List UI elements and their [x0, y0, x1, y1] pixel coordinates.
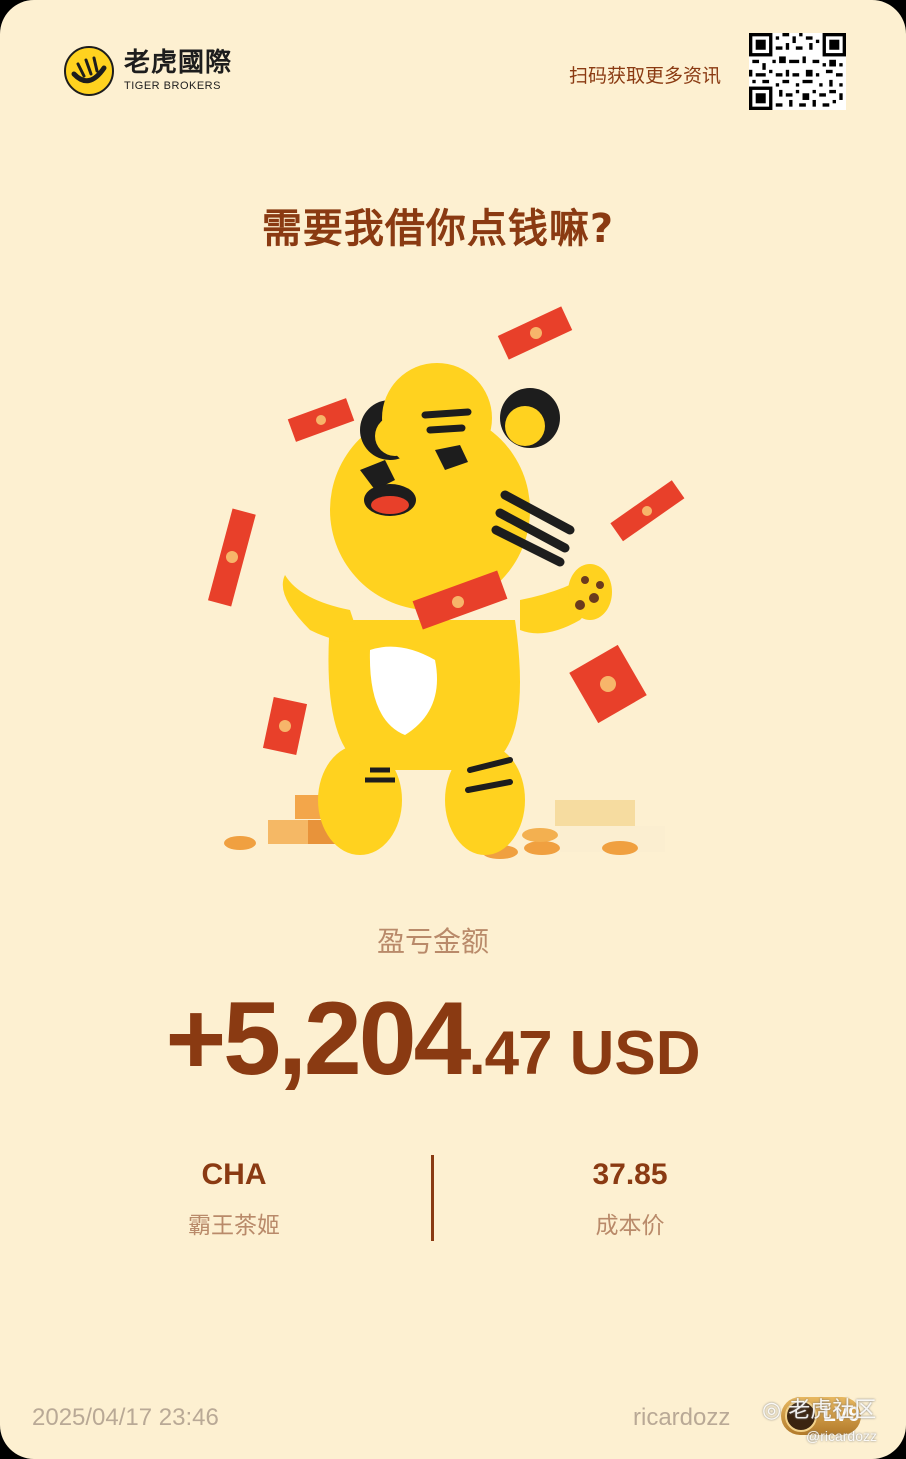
red-envelope-icon [497, 306, 573, 360]
cost-value: 37.85 [592, 1158, 668, 1191]
headline: 需要我借你点钱嘛? [261, 206, 615, 252]
scan-prompt: 扫码获取更多资讯 [568, 65, 721, 87]
stock-symbol: CHA [201, 1158, 267, 1191]
pnl-amount-decimal: .47 [468, 1019, 552, 1088]
tiger-mascot-illustration [207, 306, 685, 859]
pnl-amount-main: +5,204 [165, 981, 471, 1097]
pnl-currency: USD [569, 1019, 701, 1088]
pnl-amount: +5,204.47 USD [0, 980, 866, 1099]
stock-name: 霸王茶姬 [188, 1213, 280, 1239]
pnl-label: 盈亏金额 [376, 925, 489, 958]
tiger-character [282, 363, 612, 855]
brand-logo: 老虎國際 TIGER BROKERS [64, 46, 232, 96]
stock-info: CHA 霸王茶姬 [134, 1158, 334, 1240]
timestamp: 2025/04/17 23:46 [32, 1404, 219, 1431]
red-envelope-icon [207, 508, 256, 607]
watermark: ◎ 老虎社区 [762, 1398, 877, 1423]
red-envelope-icon [262, 697, 308, 755]
red-envelope-icon [610, 480, 685, 542]
watermark-text: 老虎社区 [788, 1398, 877, 1423]
red-envelope-icon [569, 644, 647, 724]
username[interactable]: ricardozz [633, 1404, 730, 1432]
gold-bars [224, 795, 665, 859]
qr-code[interactable] [749, 33, 846, 110]
watermark-handle: @ricardozz [806, 1428, 878, 1444]
brand-name-cn: 老虎國際 [124, 48, 233, 78]
tiger-logo-icon [64, 46, 114, 96]
stat-divider [431, 1155, 434, 1241]
cost-label: 成本价 [595, 1213, 665, 1239]
share-card: 老虎國際 TIGER BROKERS 扫码获取更多资讯 需要我借你点钱嘛? 盈亏… [0, 0, 906, 1459]
brand-name-en: TIGER BROKERS [124, 80, 221, 92]
cost-info: 37.85 成本价 [530, 1158, 730, 1240]
red-envelope-icon [287, 398, 355, 442]
